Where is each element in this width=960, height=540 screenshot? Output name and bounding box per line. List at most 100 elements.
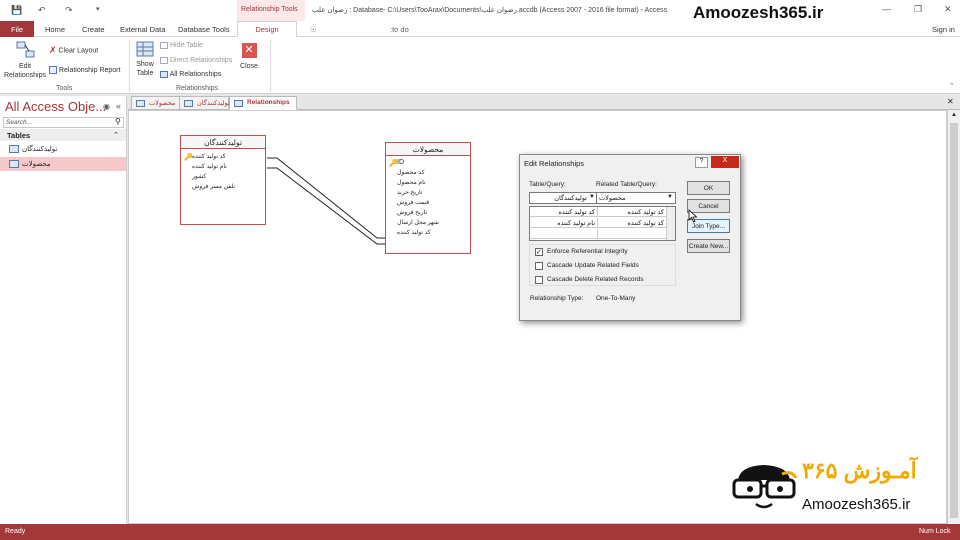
minimize-icon[interactable]: — <box>882 4 891 14</box>
close-window-icon[interactable]: ✕ <box>944 4 952 15</box>
tab-external-data[interactable]: External Data <box>120 21 165 37</box>
tab-file[interactable]: File <box>0 21 34 37</box>
enforce-integrity-label: Enforce Referential Integrity <box>547 248 628 255</box>
nav-item-producers[interactable]: تولیدکنندگان <box>0 142 126 156</box>
create-new-button[interactable]: Create New... <box>687 239 730 253</box>
clear-layout-button[interactable]: ✗ Clear Layout <box>49 46 98 55</box>
related-table-select[interactable]: محصولات ▼ <box>596 192 676 204</box>
checkbox-checked-icon: ✓ <box>535 248 543 256</box>
table-icon <box>9 160 19 168</box>
close-doc-icon[interactable]: ✕ <box>947 97 954 106</box>
key-icon: 🔑 <box>184 154 193 161</box>
grid-cell[interactable]: کد تولید کننده <box>530 207 598 217</box>
tab-database-tools[interactable]: Database Tools <box>178 21 230 37</box>
scroll-thumb[interactable] <box>950 123 958 518</box>
dialog-close-button[interactable]: X <box>711 156 739 168</box>
edit-relationships-icon <box>16 41 35 58</box>
redo-icon[interactable]: ↷ <box>65 5 73 16</box>
cascade-update-checkbox[interactable]: Cascade Update Related Fields <box>535 262 639 270</box>
help-button[interactable]: ? <box>695 157 708 168</box>
checkbox-icon <box>535 276 543 284</box>
doc-tab-products[interactable]: محصولات <box>131 96 181 110</box>
nav-menu-icon[interactable]: ◉ <box>103 102 110 111</box>
doc-tab-relationships[interactable]: Relationships <box>229 96 297 110</box>
ok-button[interactable]: OK <box>687 181 730 195</box>
field-row[interactable]: 🔑 کد تولید کننده <box>181 153 265 163</box>
close-relationships-button[interactable]: ✕ Close <box>238 43 260 71</box>
tell-me-box[interactable]: :to do <box>390 21 409 37</box>
field-row[interactable]: 🔑 ID <box>386 159 470 169</box>
show-table-button[interactable]: Show Table <box>133 40 157 78</box>
direct-relationships-button[interactable]: Direct Relationships <box>160 56 232 65</box>
field-mapping-grid[interactable]: کد تولید کننده کد تولید کننده نام تولید … <box>529 206 676 241</box>
field-label: نام محصول <box>397 180 426 186</box>
checkbox-icon <box>535 262 543 270</box>
customize-qat-icon[interactable]: ▾ <box>96 5 100 13</box>
search-icon[interactable]: ⚲ <box>115 117 121 126</box>
grid-cell[interactable]: کد تولید کننده <box>598 207 666 217</box>
status-ready: Ready <box>5 528 26 535</box>
tools-group-label: Tools <box>56 85 73 92</box>
section-collapse-icon[interactable]: ⌃ <box>113 131 119 139</box>
context-tab-label: Relationship Tools <box>237 0 305 21</box>
field-label: تاریخ خرید <box>397 190 423 196</box>
relationship-report-button[interactable]: Relationship Report <box>49 66 120 75</box>
table-query-select[interactable]: تولیدکنندگان ▼ <box>529 192 598 204</box>
table-query-label: Table/Query: <box>529 181 566 188</box>
undo-icon[interactable]: ↶ <box>38 5 46 16</box>
field-row[interactable]: تلفن مسر فروش <box>181 183 265 193</box>
edit-relationships-button[interactable]: Edit Relationships <box>3 40 47 80</box>
cascade-delete-checkbox[interactable]: Cascade Delete Related Records <box>535 276 643 284</box>
cascade-update-label: Cascade Update Related Fields <box>547 262 639 269</box>
hide-table-button[interactable]: Hide Table <box>160 41 203 50</box>
show-label-2: Table <box>136 70 154 77</box>
ribbon-tabs: File Home Create External Data Database … <box>0 21 960 38</box>
lightbulb-icon[interactable]: ☉ <box>310 21 317 37</box>
tab-design[interactable]: Design <box>237 21 297 38</box>
field-row[interactable]: کشور <box>181 173 265 183</box>
field-row[interactable]: تاریخ خرید <box>386 189 470 199</box>
close-label: Close <box>240 63 258 70</box>
dropdown-icon: ▼ <box>589 194 595 200</box>
field-row[interactable]: نام تولید کننده <box>181 163 265 173</box>
clear-layout-label: Clear Layout <box>58 47 99 55</box>
table-icon <box>9 145 19 153</box>
collapse-ribbon-icon[interactable]: ⌃ <box>949 82 955 90</box>
watermark-top: Amoozesh365.ir <box>693 3 824 22</box>
tab-create[interactable]: Create <box>82 21 105 37</box>
shutter-bar-icon[interactable]: « <box>116 101 121 111</box>
integrity-options: ✓ Enforce Referential Integrity Cascade U… <box>529 244 676 286</box>
save-icon[interactable]: 💾 <box>11 5 22 16</box>
grid-cell[interactable]: کد تولید کننده <box>598 218 666 228</box>
field-row[interactable]: کد محصول <box>386 169 470 179</box>
maximize-icon[interactable]: ❐ <box>914 4 922 15</box>
table-window-producers[interactable]: تولیدکنندگان 🔑 کد تولید کننده نام تولید ک… <box>180 135 266 225</box>
grid-scrollbar[interactable] <box>666 207 675 240</box>
sign-in-link[interactable]: Sign in <box>932 21 955 37</box>
field-row[interactable]: کد تولید کننده <box>386 229 470 239</box>
table-window-products[interactable]: محصولات 🔑 ID کد محصول نام محصول تاریخ خری… <box>385 142 471 254</box>
grid-cell[interactable] <box>598 229 666 239</box>
nav-section-tables[interactable]: Tables <box>0 129 126 141</box>
enforce-integrity-checkbox[interactable]: ✓ Enforce Referential Integrity <box>535 248 628 256</box>
nav-search-input[interactable]: Search... <box>3 117 124 128</box>
field-row[interactable]: شهر محل ارسال <box>386 219 470 229</box>
field-row[interactable]: نام محصول <box>386 179 470 189</box>
related-table-value: محصولات <box>599 195 626 202</box>
field-row[interactable]: قیمت فروش <box>386 199 470 209</box>
title-bar: 💾 ↶ ↷ ▾ Relationship Tools رضوان علب : D… <box>0 0 960 22</box>
field-row[interactable]: تاریخ فروش <box>386 209 470 219</box>
scroll-up-icon[interactable]: ▲ <box>951 112 957 118</box>
all-relationships-button[interactable]: All Relationships <box>160 70 221 79</box>
nav-pane-title[interactable]: All Access Obje... <box>5 99 106 114</box>
grid-cell[interactable] <box>530 229 598 239</box>
mouse-cursor-icon <box>688 209 698 223</box>
status-bar: Ready Num Lock <box>0 524 960 540</box>
doc-tab-producers[interactable]: تولیدکنندگان <box>179 96 230 110</box>
nav-item-products[interactable]: محصولات <box>0 157 126 171</box>
field-label: کد تولید کننده <box>192 154 226 160</box>
tab-home[interactable]: Home <box>45 21 65 37</box>
grid-cell[interactable]: نام تولید کننده <box>530 218 598 228</box>
close-icon: ✕ <box>241 43 257 58</box>
watermark-bottom-text: Amoozesh365.ir <box>802 496 911 513</box>
